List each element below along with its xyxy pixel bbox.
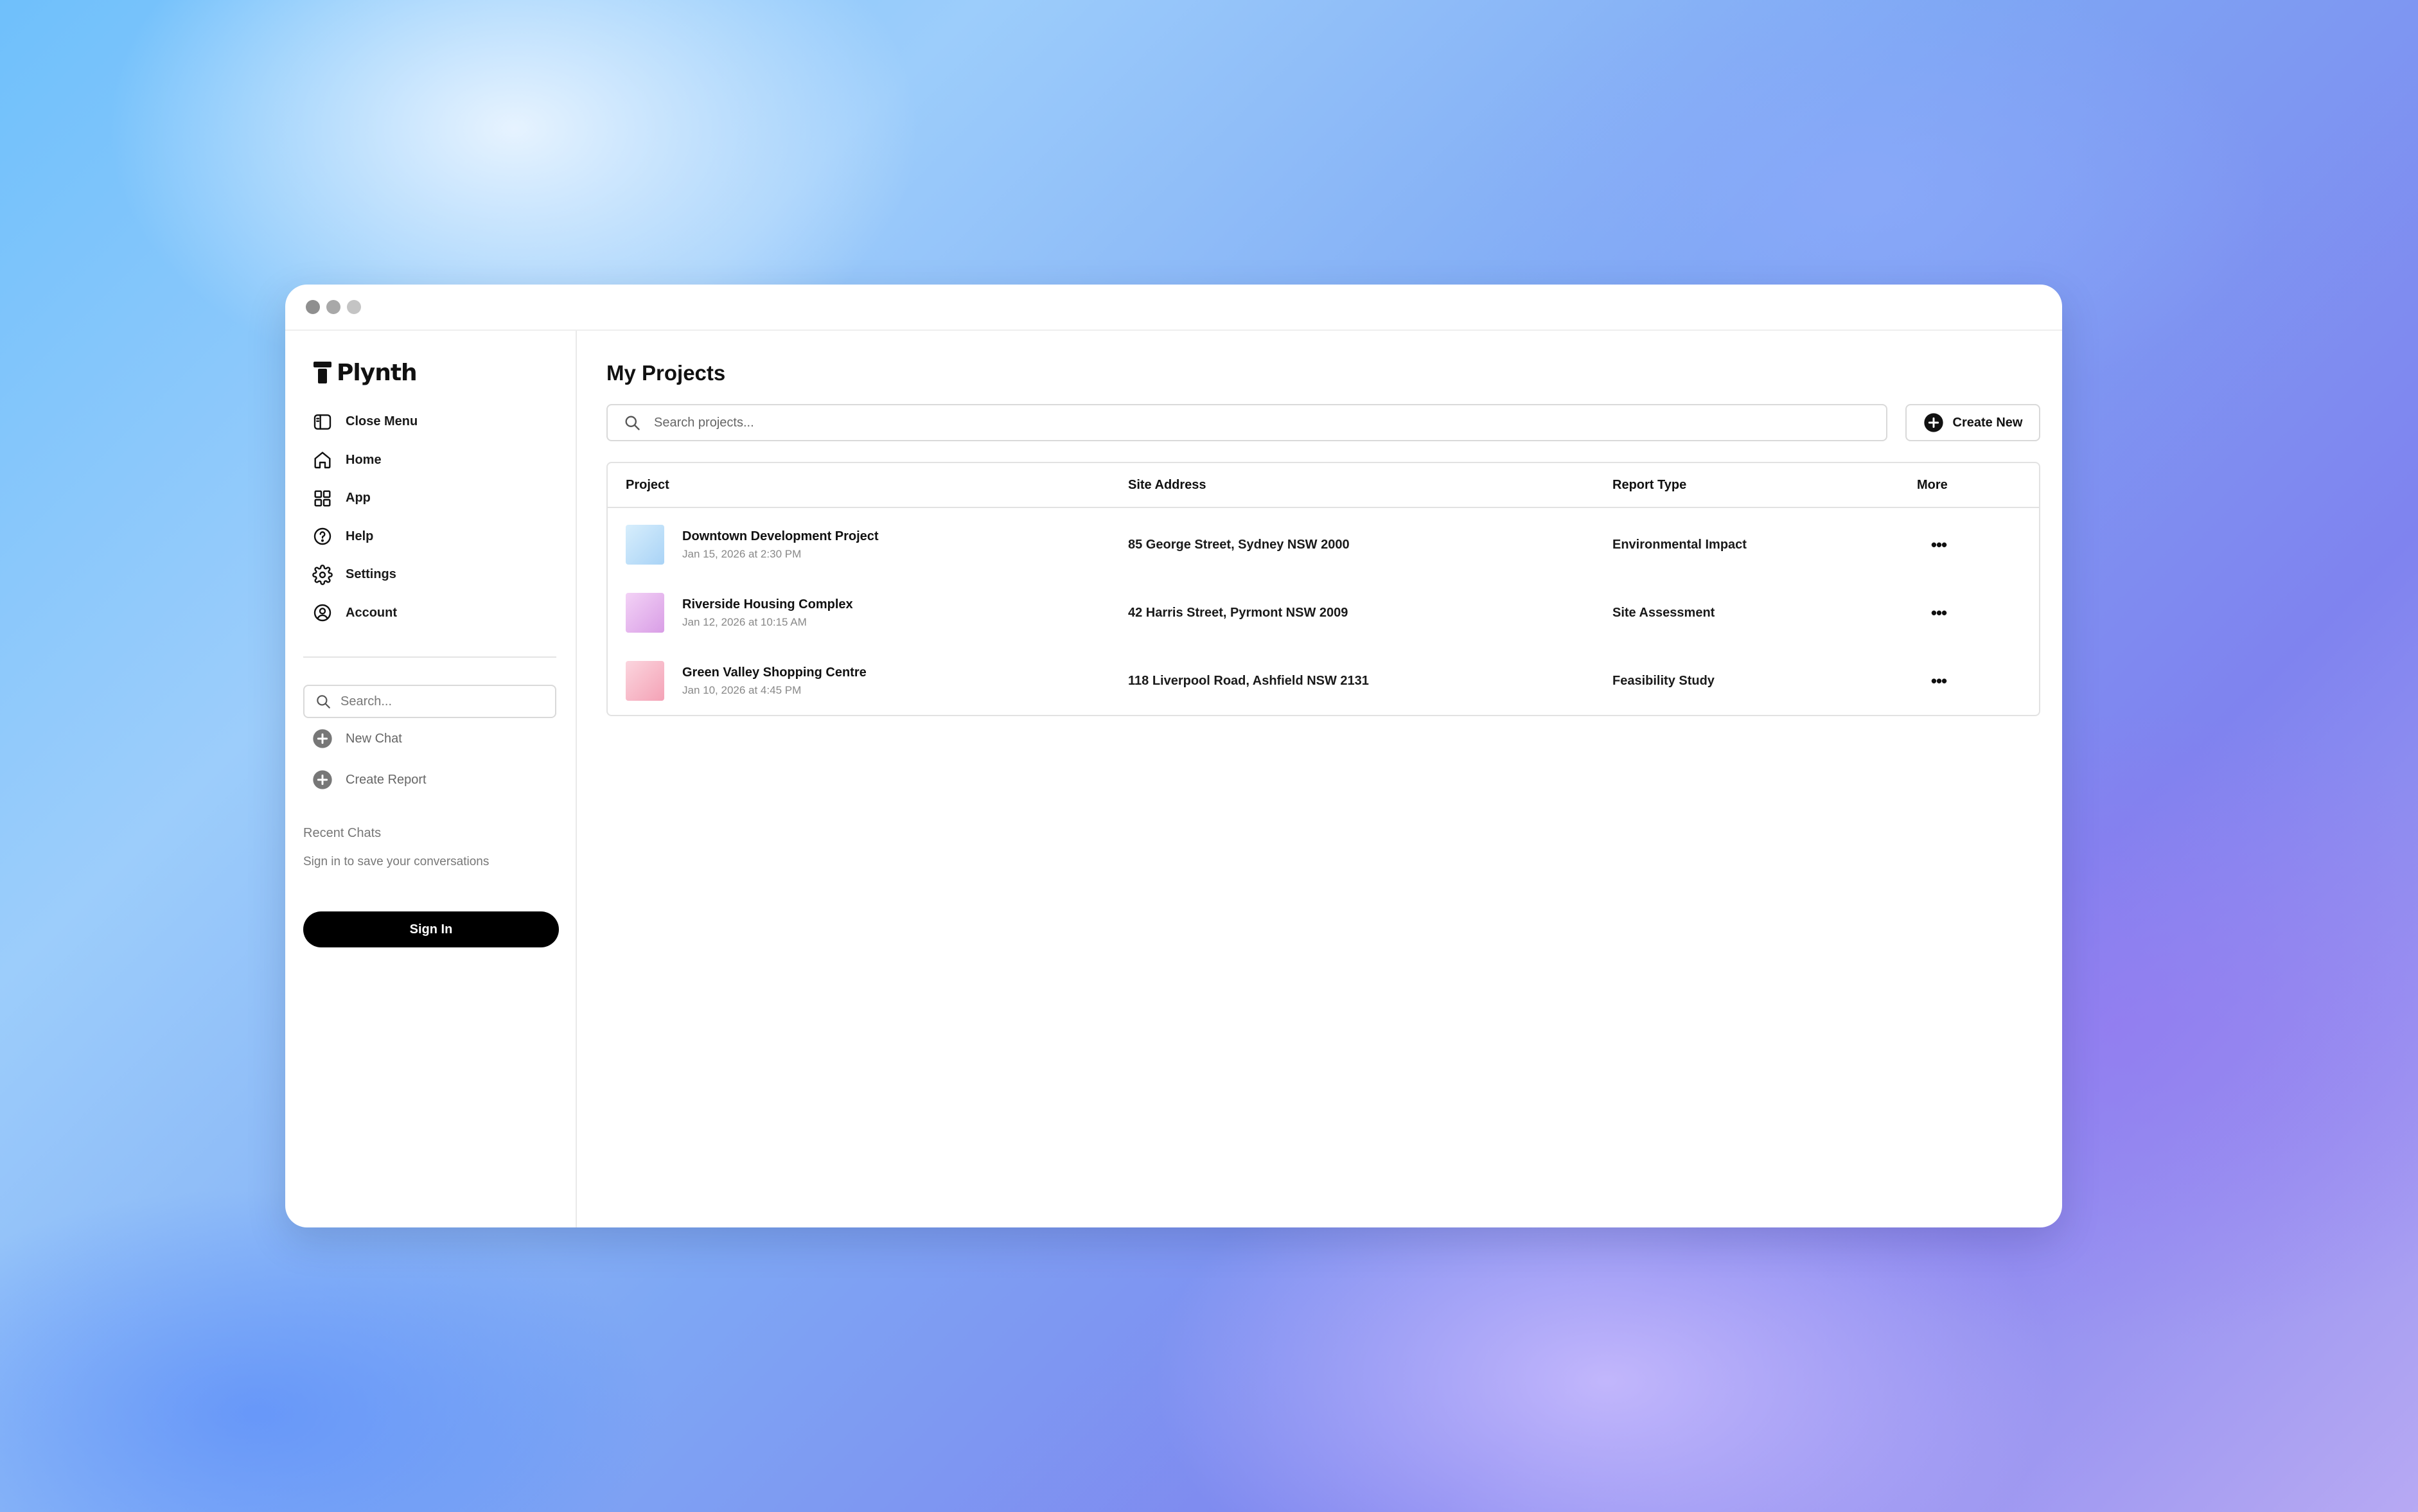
recent-chats-heading: Recent Chats <box>303 826 382 840</box>
plus-circle-icon <box>313 729 332 748</box>
table-row[interactable]: Downtown Development Project Jan 15, 202… <box>608 511 2039 579</box>
apps-grid-icon <box>314 490 331 507</box>
project-thumbnail <box>626 661 664 701</box>
window-minimize-control[interactable] <box>326 300 340 314</box>
project-date: Jan 15, 2026 at 2:30 PM <box>682 547 802 560</box>
sidebar-item-label: Settings <box>346 567 396 582</box>
more-options-icon[interactable]: ••• <box>1926 603 1952 622</box>
app-window: Plynth Close Menu Home App Help Settings… <box>285 285 2062 1227</box>
create-new-button[interactable]: Create New <box>1905 404 2040 441</box>
projects-toolbar: Create New <box>606 404 2040 441</box>
sidebar-panel-icon <box>313 414 331 430</box>
logo-text: Plynth <box>337 359 418 386</box>
more-options-icon[interactable]: ••• <box>1926 535 1952 554</box>
create-report-label: Create Report <box>346 772 427 787</box>
help-circle-icon <box>313 528 331 545</box>
user-circle-icon <box>313 604 331 622</box>
sidebar-item-label: Close Menu <box>346 414 418 429</box>
project-name[interactable]: Riverside Housing Complex <box>682 597 853 612</box>
plus-circle-icon <box>1923 413 1943 432</box>
sign-in-button[interactable]: Sign In <box>303 911 559 947</box>
sidebar-item-close-menu[interactable]: Close Menu <box>303 403 558 441</box>
projects-table: Project Site Address Report Type More Do… <box>606 462 2040 716</box>
sidebar: Plynth Close Menu Home App Help Settings… <box>285 331 577 1227</box>
project-search[interactable] <box>606 404 1887 441</box>
gear-icon <box>312 564 333 585</box>
window-maximize-control[interactable] <box>347 300 361 314</box>
project-name[interactable]: Green Valley Shopping Centre <box>682 665 867 680</box>
column-header-site-address[interactable]: Site Address <box>1128 478 1612 493</box>
project-search-input[interactable] <box>653 414 1886 431</box>
report-type: Feasibility Study <box>1612 673 1715 688</box>
site-address: 118 Liverpool Road, Ashfield NSW 2131 <box>1128 673 1369 688</box>
sidebar-item-label: App <box>346 491 371 505</box>
more-options-icon[interactable]: ••• <box>1926 671 1952 690</box>
page-title: My Projects <box>606 361 726 385</box>
site-address: 85 George Street, Sydney NSW 2000 <box>1128 537 1350 552</box>
main-content: My Projects Create New <box>577 331 2062 1227</box>
search-icon <box>625 416 640 430</box>
project-thumbnail <box>626 525 664 565</box>
sidebar-search-input[interactable] <box>339 693 547 710</box>
column-header-report-type[interactable]: Report Type <box>1612 478 1917 493</box>
sidebar-item-settings[interactable]: Settings <box>303 556 558 594</box>
table-row[interactable]: Green Valley Shopping Centre Jan 10, 202… <box>608 647 2039 715</box>
home-icon <box>314 452 331 469</box>
recent-chats-note: Sign in to save your conversations <box>303 855 490 868</box>
site-address: 42 Harris Street, Pyrmont NSW 2009 <box>1128 605 1348 620</box>
sidebar-item-home[interactable]: Home <box>303 441 558 480</box>
project-thumbnail <box>626 593 664 633</box>
logo[interactable]: Plynth <box>313 356 558 389</box>
sidebar-search[interactable] <box>303 685 556 718</box>
create-new-label: Create New <box>1952 415 2023 430</box>
table-body: Downtown Development Project Jan 15, 202… <box>608 511 2039 715</box>
sidebar-item-help[interactable]: Help <box>303 518 558 556</box>
search-icon <box>317 695 330 708</box>
report-type: Site Assessment <box>1612 605 1715 620</box>
table-header: Project Site Address Report Type More <box>608 463 2039 508</box>
window-close-control[interactable] <box>306 300 320 314</box>
new-chat-label: New Chat <box>346 731 402 746</box>
sidebar-item-app[interactable]: App <box>303 479 558 518</box>
table-row[interactable]: Riverside Housing Complex Jan 12, 2026 a… <box>608 579 2039 647</box>
project-date: Jan 12, 2026 at 10:15 AM <box>682 615 807 628</box>
sidebar-item-label: Home <box>346 452 382 467</box>
logo-mark-icon <box>313 362 331 383</box>
column-header-project[interactable]: Project <box>608 478 1128 493</box>
new-chat-button[interactable]: New Chat <box>303 718 558 759</box>
report-type: Environmental Impact <box>1612 537 1747 552</box>
column-header-more: More <box>1917 477 1948 492</box>
sidebar-nav: Close Menu Home App Help Settings Accoun… <box>303 403 558 632</box>
create-report-button[interactable]: Create Report <box>303 759 558 800</box>
project-name[interactable]: Downtown Development Project <box>682 529 879 544</box>
project-date: Jan 10, 2026 at 4:45 PM <box>682 683 802 696</box>
plus-circle-icon <box>313 770 332 789</box>
sidebar-item-label: Account <box>346 605 397 620</box>
sidebar-item-account[interactable]: Account <box>303 594 558 633</box>
sidebar-item-label: Help <box>346 529 374 543</box>
title-bar <box>285 285 2062 331</box>
sidebar-divider <box>303 656 556 658</box>
